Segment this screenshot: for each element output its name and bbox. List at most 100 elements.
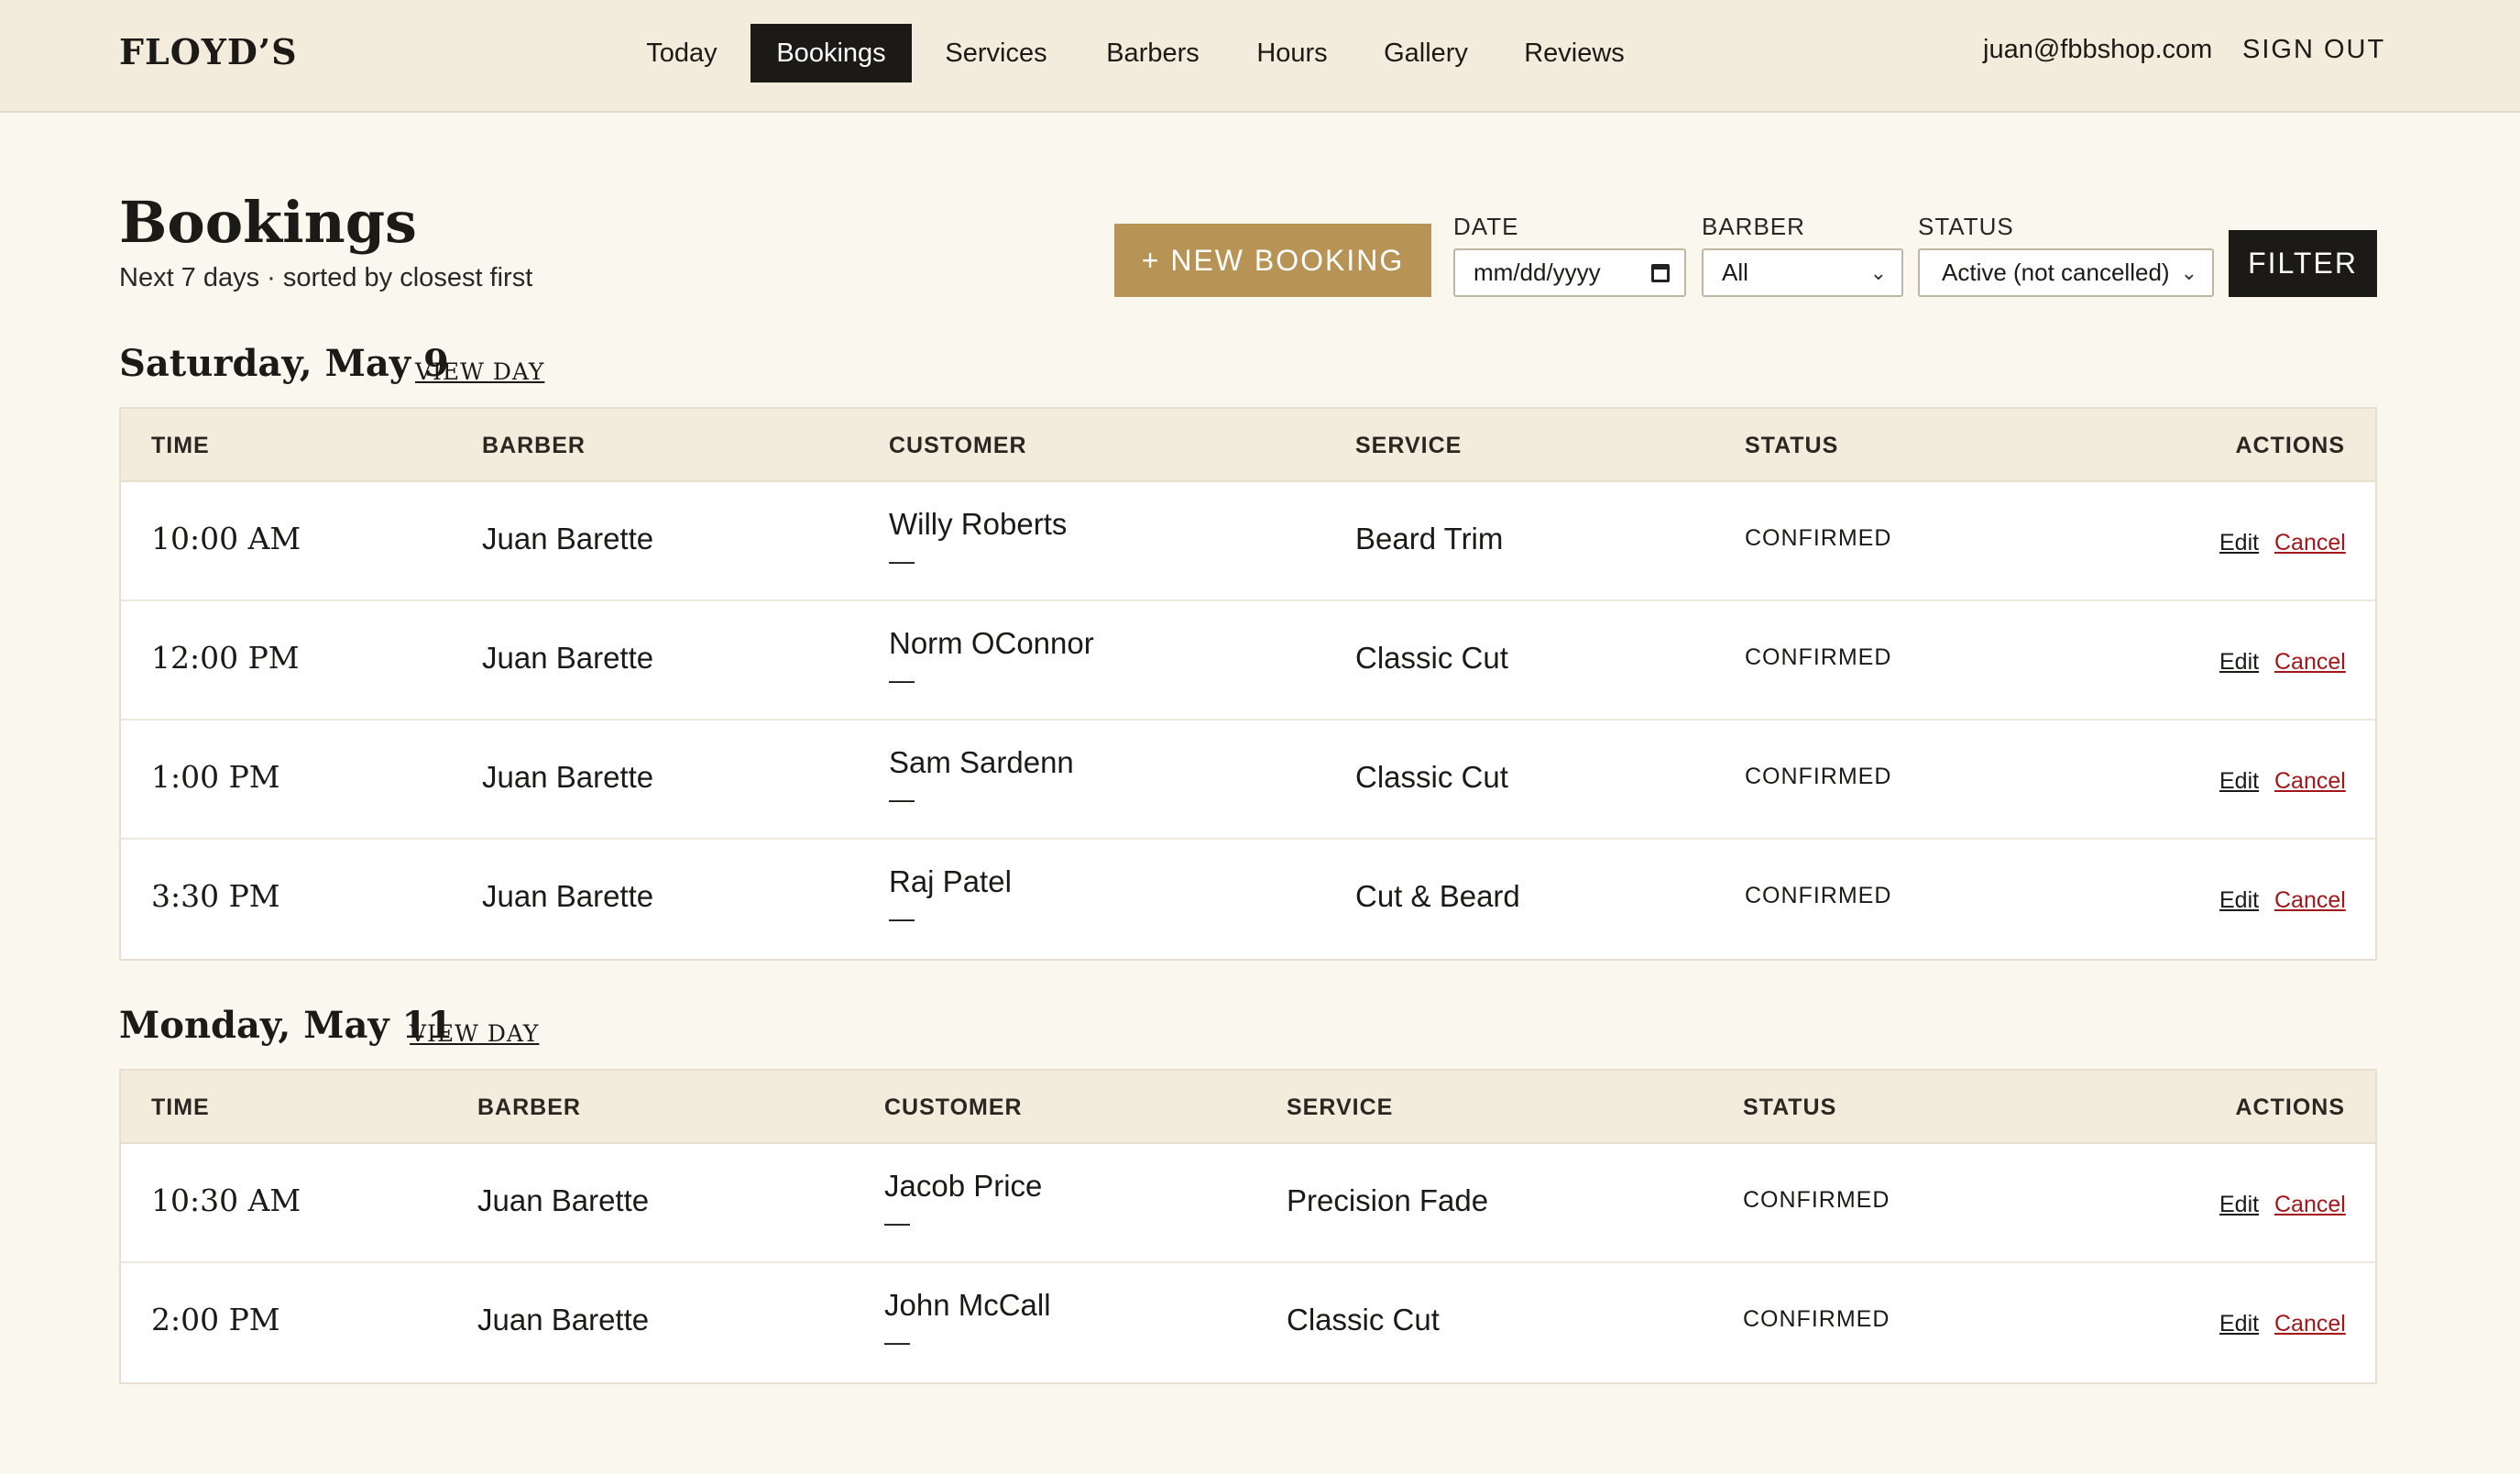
cancel-booking-link[interactable]: Cancel: [2274, 887, 2346, 914]
booking-time: 2:00 PM: [151, 1302, 280, 1337]
booking-barber: Juan Barette: [482, 641, 654, 675]
brand-logo[interactable]: FLOYD’S: [119, 31, 298, 72]
booking-barber: Juan Barette: [482, 760, 654, 794]
booking-service: Beard Trim: [1355, 522, 1504, 556]
booking-customer-contact: —: [889, 546, 915, 575]
column-header-service: SERVICE: [1355, 433, 1463, 458]
table-row: 3:30 PM Juan Barette Raj Patel — Cut & B…: [121, 840, 2375, 959]
booking-time: 12:00 PM: [151, 640, 300, 676]
table-row: 1:00 PM Juan Barette Sam Sardenn — Class…: [121, 720, 2375, 840]
page-subtitle: Next 7 days · sorted by closest first: [119, 263, 533, 292]
view-day-link[interactable]: VIEW DAY: [415, 358, 544, 385]
booking-service: Precision Fade: [1287, 1183, 1489, 1217]
nav-barbers[interactable]: Barbers: [1090, 24, 1215, 82]
calendar-icon[interactable]: [1651, 264, 1670, 282]
date-filter-input[interactable]: mm/dd/yyyy: [1453, 248, 1686, 297]
booking-status: CONFIRMED: [1745, 764, 1892, 789]
booking-customer: Willy Roberts: [889, 507, 1068, 541]
day-heading: Monday, May 11: [119, 1004, 454, 1047]
booking-service: Cut & Beard: [1355, 879, 1520, 913]
edit-booking-link[interactable]: Edit: [2219, 768, 2259, 795]
booking-customer-contact: —: [884, 1327, 910, 1356]
table-row: 10:00 AM Juan Barette Willy Roberts — Be…: [121, 482, 2375, 601]
nav-reviews[interactable]: Reviews: [1512, 24, 1637, 82]
page-title: Bookings: [119, 189, 417, 256]
date-filter-label: DATE: [1453, 213, 1519, 240]
column-header-customer: CUSTOMER: [884, 1094, 1023, 1120]
status-filter-select[interactable]: Active (not cancelled) ⌄: [1918, 248, 2214, 297]
filter-button[interactable]: FILTER: [2229, 230, 2377, 297]
cancel-booking-link[interactable]: Cancel: [2274, 530, 2346, 556]
column-header-status: STATUS: [1745, 433, 1839, 458]
table-row: 10:30 AM Juan Barette Jacob Price — Prec…: [121, 1144, 2375, 1263]
booking-service: Classic Cut: [1355, 641, 1508, 675]
status-selected-value: Active (not cancelled): [1942, 258, 2170, 286]
booking-barber: Juan Barette: [482, 522, 654, 556]
column-header-actions: ACTIONS: [2235, 433, 2345, 458]
chevron-down-icon: ⌄: [2180, 261, 2197, 284]
new-booking-button[interactable]: + NEW BOOKING: [1114, 224, 1431, 297]
cancel-booking-link[interactable]: Cancel: [2274, 649, 2346, 676]
booking-service: Classic Cut: [1287, 1303, 1440, 1336]
status-filter-label: STATUS: [1918, 213, 2014, 240]
table-header: TIME BARBER CUSTOMER SERVICE STATUS ACTI…: [121, 1071, 2375, 1144]
column-header-service: SERVICE: [1287, 1094, 1394, 1120]
edit-booking-link[interactable]: Edit: [2219, 1192, 2259, 1218]
barber-filter-label: BARBER: [1702, 213, 1805, 240]
barber-filter-select[interactable]: All ⌄: [1702, 248, 1903, 297]
booking-customer-contact: —: [889, 785, 915, 813]
booking-customer: John McCall: [884, 1288, 1051, 1322]
nav-hours[interactable]: Hours: [1244, 24, 1340, 82]
sign-out-link[interactable]: SIGN OUT: [2242, 35, 2385, 65]
booking-customer-contact: —: [889, 904, 915, 932]
top-navigation-bar: FLOYD’S Today Bookings Services Barbers …: [0, 0, 2520, 113]
booking-barber: Juan Barette: [482, 879, 654, 913]
column-header-customer: CUSTOMER: [889, 433, 1027, 458]
date-placeholder: mm/dd/yyyy: [1474, 258, 1601, 286]
nav-today[interactable]: Today: [627, 24, 737, 82]
view-day-link[interactable]: VIEW DAY: [410, 1020, 539, 1047]
booking-barber: Juan Barette: [477, 1303, 650, 1336]
booking-customer: Sam Sardenn: [889, 745, 1074, 779]
booking-status: CONFIRMED: [1743, 1187, 1890, 1213]
edit-booking-link[interactable]: Edit: [2219, 530, 2259, 556]
column-header-barber: BARBER: [482, 433, 586, 458]
day-heading: Saturday, May 9: [119, 342, 449, 385]
booking-status: CONFIRMED: [1743, 1306, 1890, 1332]
booking-time: 3:30 PM: [151, 878, 280, 914]
edit-booking-link[interactable]: Edit: [2219, 649, 2259, 676]
cancel-booking-link[interactable]: Cancel: [2274, 1192, 2346, 1218]
booking-status: CONFIRMED: [1745, 525, 1892, 551]
column-header-actions: ACTIONS: [2235, 1094, 2345, 1120]
booking-customer: Raj Patel: [889, 864, 1012, 898]
column-header-time: TIME: [151, 433, 210, 458]
booking-customer-contact: —: [884, 1208, 910, 1237]
table-header: TIME BARBER CUSTOMER SERVICE STATUS ACTI…: [121, 409, 2375, 482]
booking-barber: Juan Barette: [477, 1183, 650, 1217]
booking-customer-contact: —: [889, 666, 915, 694]
edit-booking-link[interactable]: Edit: [2219, 1311, 2259, 1337]
booking-time: 10:30 AM: [151, 1182, 301, 1218]
chevron-down-icon: ⌄: [1869, 261, 1887, 284]
edit-booking-link[interactable]: Edit: [2219, 887, 2259, 914]
booking-customer: Jacob Price: [884, 1169, 1043, 1203]
booking-time: 1:00 PM: [151, 759, 280, 795]
booking-service: Classic Cut: [1355, 760, 1508, 794]
nav-services[interactable]: Services: [926, 24, 1067, 82]
table-row: 12:00 PM Juan Barette Norm OConnor — Cla…: [121, 601, 2375, 720]
column-header-barber: BARBER: [477, 1094, 581, 1120]
barber-selected-value: All: [1722, 258, 1748, 286]
cancel-booking-link[interactable]: Cancel: [2274, 1311, 2346, 1337]
cancel-booking-link[interactable]: Cancel: [2274, 768, 2346, 795]
bookings-table: TIME BARBER CUSTOMER SERVICE STATUS ACTI…: [119, 1069, 2377, 1384]
table-row: 2:00 PM Juan Barette John McCall — Class…: [121, 1263, 2375, 1382]
booking-status: CONFIRMED: [1745, 883, 1892, 908]
nav-gallery[interactable]: Gallery: [1369, 24, 1483, 82]
bookings-table: TIME BARBER CUSTOMER SERVICE STATUS ACTI…: [119, 407, 2377, 961]
column-header-time: TIME: [151, 1094, 210, 1120]
column-header-status: STATUS: [1743, 1094, 1837, 1120]
nav-bookings[interactable]: Bookings: [751, 24, 912, 82]
booking-customer: Norm OConnor: [889, 626, 1094, 660]
booking-time: 10:00 AM: [151, 521, 301, 556]
booking-status: CONFIRMED: [1745, 644, 1892, 670]
